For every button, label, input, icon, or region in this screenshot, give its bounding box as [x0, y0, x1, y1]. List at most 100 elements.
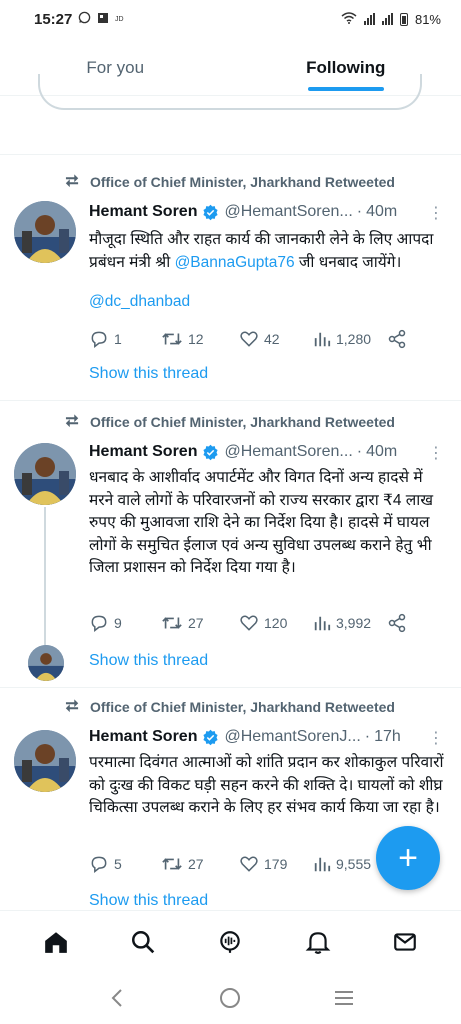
author-handle[interactable]: @HemantSoren...: [224, 203, 352, 221]
whatsapp-icon: [78, 11, 91, 27]
recents-icon: [335, 991, 354, 1005]
share-icon: [388, 613, 406, 633]
compose-tweet-button[interactable]: +: [376, 826, 440, 890]
tweet-actions: 9 27 120 3,992: [89, 613, 409, 633]
retweet-label: ⮂ Office of Chief Minister, Jharkhand Re…: [62, 698, 395, 716]
retweet-button[interactable]: 12: [161, 329, 239, 349]
tweet-text: धनबाद के आशीर्वाद अपार्टमेंट और विगत दिन…: [89, 469, 434, 576]
signal-icon-2: [381, 13, 393, 25]
tweet-header: Hemant Soren @HemantSoren... · 40m: [89, 203, 398, 221]
like-button[interactable]: 42: [239, 329, 313, 349]
avatar[interactable]: [14, 443, 76, 505]
tweet-time: 40m: [366, 203, 398, 220]
tweet-header: Hemant Soren @HemantSoren... · 40m: [89, 443, 398, 461]
nav-messages[interactable]: [385, 922, 425, 962]
nav-spaces[interactable]: [210, 922, 250, 962]
author-handle[interactable]: @HemantSoren...: [224, 443, 352, 461]
heart-icon: [240, 615, 258, 631]
views-icon: [314, 616, 331, 631]
avatar[interactable]: [14, 201, 76, 263]
home-circle-icon: [220, 988, 241, 1008]
avatar[interactable]: [14, 730, 76, 792]
views-icon: [314, 857, 331, 872]
spaces-icon: [220, 930, 241, 953]
nav-notifications[interactable]: [298, 922, 338, 962]
verified-badge-icon: [203, 729, 219, 745]
reply-icon: [91, 615, 107, 633]
retweet-action-icon: [162, 858, 182, 870]
tweet-1[interactable]: ⮂ Office of Chief Minister, Jharkhand Re…: [0, 155, 461, 401]
retweet-button[interactable]: 27: [161, 613, 239, 633]
wifi-icon: [341, 11, 357, 27]
verified-badge-icon: [203, 444, 219, 460]
retweet-icon: ⮂: [65, 413, 79, 430]
more-options-icon[interactable]: ⋮: [428, 203, 444, 223]
heart-icon: [240, 331, 258, 347]
like-button[interactable]: 120: [239, 613, 313, 633]
retweet-icon: ⮂: [65, 173, 79, 190]
tweet-header: Hemant Soren @HemantSorenJ... · 17h: [89, 728, 401, 746]
reply-icon: [91, 331, 107, 349]
reply-button[interactable]: 9: [89, 613, 161, 633]
messages-icon: [394, 932, 417, 951]
views-button[interactable]: 1,280: [313, 330, 387, 348]
collapsed-search-bar[interactable]: [38, 74, 422, 110]
thread-avatar[interactable]: [28, 645, 64, 681]
show-thread-link[interactable]: Show this thread: [89, 652, 208, 670]
thread-connector: [44, 507, 46, 645]
mention-link[interactable]: @BannaGupta76: [175, 254, 295, 271]
news-app-icon: [97, 12, 109, 27]
signal-icon-1: [363, 13, 375, 25]
retweet-label: ⮂ Office of Chief Minister, Jharkhand Re…: [62, 173, 395, 191]
tweet-text: परमात्मा दिवंगत आत्माओं को शांति प्रदान …: [89, 754, 444, 816]
retweet-action-icon: [162, 333, 182, 345]
nav-home[interactable]: [36, 922, 76, 962]
reply-icon: [91, 856, 107, 874]
like-button[interactable]: 179: [239, 854, 313, 874]
reply-button[interactable]: 1: [89, 329, 161, 349]
status-time: 15:27: [34, 10, 73, 28]
more-options-icon[interactable]: ⋮: [428, 443, 444, 463]
bottom-navigation: [0, 910, 461, 972]
share-button[interactable]: [387, 613, 407, 633]
retweet-label: ⮂ Office of Chief Minister, Jharkhand Re…: [62, 413, 395, 431]
battery-icon: [399, 12, 408, 26]
recents-button[interactable]: [324, 983, 364, 1013]
mention-line[interactable]: @dc_dhanbad: [89, 291, 445, 314]
system-navigation: [0, 972, 461, 1024]
more-options-icon[interactable]: ⋮: [428, 728, 444, 748]
notifications-icon: [305, 931, 331, 954]
back-icon: [111, 989, 122, 1007]
nav-search[interactable]: [123, 922, 163, 962]
svg-text:JD: JD: [115, 16, 124, 22]
author-name[interactable]: Hemant Soren: [89, 203, 197, 221]
verified-badge-icon: [203, 204, 219, 220]
show-thread-link[interactable]: Show this thread: [89, 892, 208, 910]
reply-button[interactable]: 5: [89, 854, 161, 874]
tweet-actions: 1 12 42 1,280: [89, 329, 409, 349]
retweet-action-icon: [162, 617, 182, 629]
author-handle[interactable]: @HemantSorenJ...: [224, 728, 360, 746]
author-name[interactable]: Hemant Soren: [89, 443, 197, 461]
author-name[interactable]: Hemant Soren: [89, 728, 197, 746]
tweet-actions: 5 27 179 9,555: [89, 854, 409, 874]
tweet-time: 40m: [366, 443, 398, 460]
views-icon: [314, 332, 331, 347]
home-system-button[interactable]: [210, 983, 250, 1013]
tweet-2[interactable]: ⮂ Office of Chief Minister, Jharkhand Re…: [0, 401, 461, 688]
battery-percent: 81%: [414, 11, 441, 27]
home-icon: [44, 931, 67, 953]
plus-icon: +: [398, 838, 418, 877]
heart-icon: [240, 856, 258, 872]
show-thread-link[interactable]: Show this thread: [89, 365, 208, 383]
retweet-button[interactable]: 27: [161, 854, 239, 874]
status-bar: 15:27 JD 81%: [0, 0, 461, 38]
views-button[interactable]: 3,992: [313, 614, 387, 632]
notification-dot-icon: JD: [115, 13, 125, 25]
retweet-icon: ⮂: [65, 698, 79, 715]
back-button[interactable]: [97, 983, 137, 1013]
search-icon: [132, 930, 155, 953]
share-icon: [388, 329, 406, 349]
share-button[interactable]: [387, 329, 407, 349]
tweet-text: मौजूदा स्थिति और राहत कार्य की जानकारी ल…: [89, 231, 434, 271]
